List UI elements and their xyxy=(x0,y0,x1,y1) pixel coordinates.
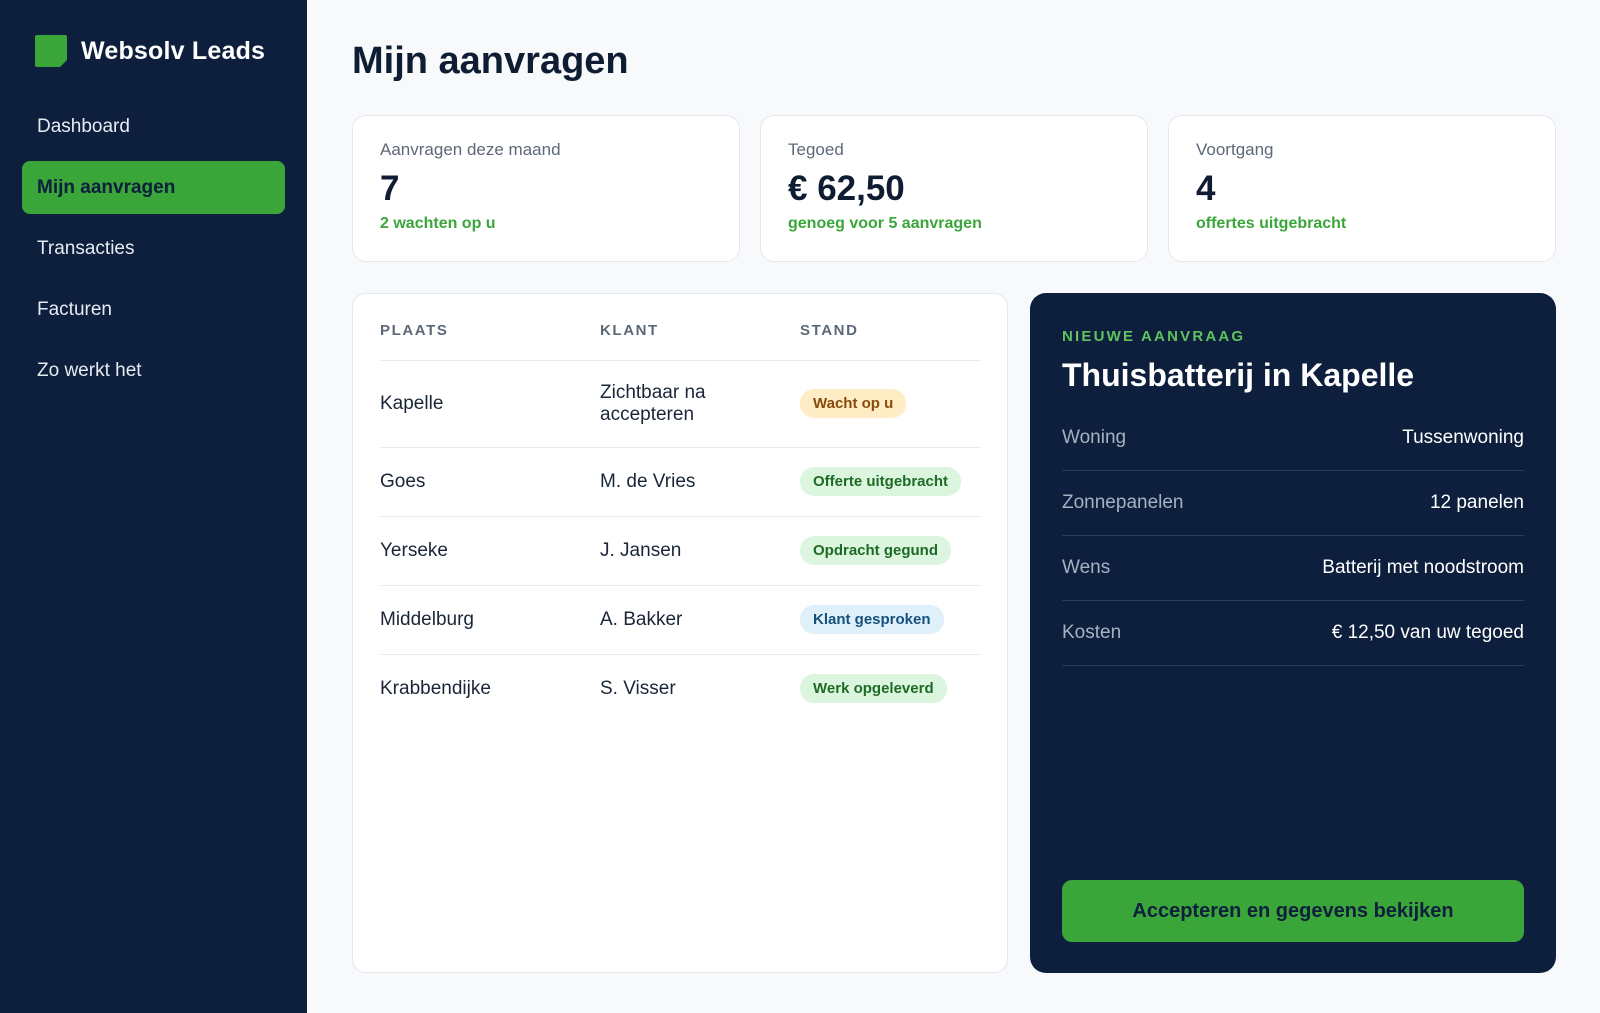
cell-client: A. Bakker xyxy=(600,585,800,655)
table-row[interactable]: Goes M. de Vries Offerte uitgebracht xyxy=(380,447,981,517)
sidebar-nav: Dashboard Mijn aanvragen Transacties Fac… xyxy=(22,100,285,397)
cell-status: Opdracht gegund xyxy=(800,516,981,586)
sidebar-item-zo-werkt-het[interactable]: Zo werkt het xyxy=(22,344,285,397)
sidebar-item-facturen[interactable]: Facturen xyxy=(22,283,285,336)
cell-place: Yerseke xyxy=(380,516,600,586)
status-badge: Offerte uitgebracht xyxy=(800,467,962,496)
detail-key: Kosten xyxy=(1062,622,1122,643)
status-badge: Opdracht gegund xyxy=(800,536,951,565)
column-header-plaats: PLAATS xyxy=(380,294,600,361)
detail-key: Wens xyxy=(1062,557,1111,578)
table-row[interactable]: Middelburg A. Bakker Klant gesproken xyxy=(380,585,981,655)
detail-value: Batterij met noodstroom xyxy=(1322,557,1524,578)
cell-client: S. Visser xyxy=(600,677,676,699)
table-row[interactable]: Kapelle Zichtbaar na accepteren Wacht op… xyxy=(380,360,981,448)
accept-request-button[interactable]: Accepteren en gegevens bekijken xyxy=(1062,880,1524,942)
stat-card-voortgang: Voortgang 4 offertes uitgebracht xyxy=(1168,115,1556,262)
requests-table-card: PLAATS KLANT STAND Kapelle Zichtbaar na … xyxy=(352,293,1008,973)
stat-card-aanvragen: Aanvragen deze maand 7 2 wachten op u xyxy=(352,115,740,262)
column-header-klant: KLANT xyxy=(600,294,800,361)
cell-status: Klant gesproken xyxy=(800,585,981,655)
stat-value: € 62,50 xyxy=(788,169,905,208)
cell-client: M. de Vries xyxy=(600,447,800,517)
sidebar-item-transacties[interactable]: Transacties xyxy=(22,222,285,275)
sidebar-item-dashboard[interactable]: Dashboard xyxy=(22,100,285,153)
brand-logo-icon xyxy=(35,35,67,67)
new-request-panel: NIEUWE AANVRAAG Thuisbatterij in Kapelle… xyxy=(1030,293,1556,973)
detail-title: Thuisbatterij in Kapelle xyxy=(1062,357,1415,393)
column-header-stand: STAND xyxy=(800,294,981,361)
stat-sub: offertes uitgebracht xyxy=(1196,215,1347,232)
detail-value: € 12,50 van uw tegoed xyxy=(1331,622,1524,643)
stat-label: Voortgang xyxy=(1196,140,1274,159)
stat-value: 7 xyxy=(380,169,400,208)
stats-row: Aanvragen deze maand 7 2 wachten op u Te… xyxy=(352,115,1556,262)
detail-row-zonnepanelen: Zonnepanelen 12 panelen xyxy=(1062,471,1524,536)
detail-key: Zonnepanelen xyxy=(1062,492,1184,513)
detail-value: Tussenwoning xyxy=(1402,427,1524,448)
stat-sub: 2 wachten op u xyxy=(380,215,496,232)
detail-row-wens: Wens Batterij met noodstroom xyxy=(1062,536,1524,601)
stat-label: Aanvragen deze maand xyxy=(380,140,561,159)
page-title: Mijn aanvragen xyxy=(352,40,629,82)
stat-card-tegoed: Tegoed € 62,50 genoeg voor 5 aanvragen xyxy=(760,115,1148,262)
cell-client: Zichtbaar na accepteren xyxy=(600,360,800,448)
cell-place: Goes xyxy=(380,447,600,517)
stat-label: Tegoed xyxy=(788,140,844,159)
cell-place: Middelburg xyxy=(380,585,600,655)
detail-row-kosten: Kosten € 12,50 van uw tegoed xyxy=(1062,601,1524,666)
cell-place: Krabbendijke xyxy=(380,677,491,699)
table-row[interactable]: Krabbendijke S. Visser Werk opgeleverd xyxy=(380,654,981,723)
brand[interactable]: Websolv Leads xyxy=(35,35,285,67)
cell-client: J. Jansen xyxy=(600,516,800,586)
sidebar-item-mijn-aanvragen[interactable]: Mijn aanvragen xyxy=(22,161,285,214)
detail-list: Woning Tussenwoning Zonnepanelen 12 pane… xyxy=(1062,406,1524,666)
table-header-row: PLAATS KLANT STAND xyxy=(380,294,981,361)
stat-value: 4 xyxy=(1196,169,1216,208)
detail-kicker: NIEUWE AANVRAAG xyxy=(1062,328,1246,345)
cell-status: Wacht op u xyxy=(800,360,981,448)
cell-status: Werk opgeleverd xyxy=(800,654,981,723)
status-badge: Klant gesproken xyxy=(800,605,944,634)
status-badge: Wacht op u xyxy=(800,389,907,418)
status-badge: Werk opgeleverd xyxy=(800,674,947,704)
cell-status: Offerte uitgebracht xyxy=(800,447,981,517)
detail-value: 12 panelen xyxy=(1429,492,1524,513)
detail-key: Woning xyxy=(1062,427,1127,448)
stat-sub: genoeg voor 5 aanvragen xyxy=(788,215,982,232)
table-row[interactable]: Yerseke J. Jansen Opdracht gegund xyxy=(380,516,981,586)
cell-place: Kapelle xyxy=(380,360,600,448)
sidebar: Websolv Leads Dashboard Mijn aanvragen T… xyxy=(0,0,307,1013)
detail-row-woning: Woning Tussenwoning xyxy=(1062,406,1524,471)
brand-name: Websolv Leads xyxy=(81,36,266,65)
requests-table: PLAATS KLANT STAND Kapelle Zichtbaar na … xyxy=(380,294,981,723)
